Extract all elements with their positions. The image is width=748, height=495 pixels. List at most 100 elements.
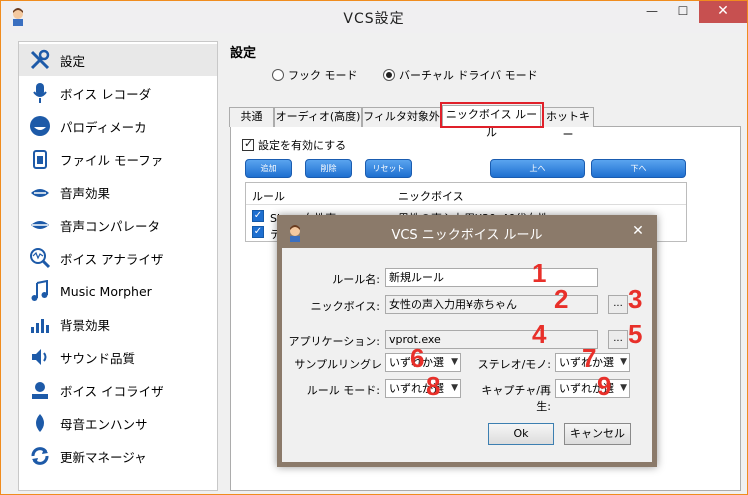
callout-number: 1 <box>532 258 547 288</box>
chevron-down-icon: ▼ <box>451 357 458 367</box>
sidebar-item-voice-analyzer[interactable]: ボイス アナライザ <box>19 242 217 274</box>
capture-playback-label: キャプチャ/再生: <box>481 384 551 413</box>
close-button[interactable]: ✕ <box>699 1 747 23</box>
callout-number: 7 <box>582 343 597 373</box>
chevron-down-icon: ▼ <box>620 357 627 367</box>
sidebar: 設定 ボイス レコーダ パロディメーカ ファイル モーファ 音声効果 音声コンパ… <box>18 41 218 491</box>
tab-hotkeys[interactable]: ホットキー <box>542 107 594 141</box>
page-title: 設定 <box>230 46 257 61</box>
chevron-down-icon: ▼ <box>451 383 458 393</box>
dialog-title: VCS ニックボイス ルール <box>391 228 543 243</box>
tools-icon <box>29 48 51 72</box>
rule-mode-select[interactable]: いずれか選 ▼ <box>385 379 461 398</box>
down-button[interactable]: 下へ <box>591 159 686 178</box>
callout-number: 4 <box>532 319 547 349</box>
music-note-icon <box>29 279 51 303</box>
callout-number: 2 <box>554 284 569 314</box>
sampling-rate-label: サンプルリングレ <box>294 358 382 371</box>
maximize-button[interactable]: ☐ <box>668 1 698 23</box>
sidebar-item-label: ボイス アナライザ <box>60 251 164 267</box>
minimize-button[interactable]: — <box>637 1 667 23</box>
tab-filter-exclusion[interactable]: フィルタ対象外 <box>362 107 441 127</box>
radio-indicator <box>272 69 284 81</box>
vowel-enhancer-icon <box>29 411 51 435</box>
sidebar-item-label: Music Morpher <box>60 283 152 299</box>
window-title: VCS設定 <box>343 11 405 27</box>
sidebar-item-update-manager[interactable]: 更新マネージャ <box>19 440 217 472</box>
delete-button[interactable]: 削除 <box>305 159 352 178</box>
dialog-body: ルール名: 新規ルール ニックボイス: 女性の声入力用¥赤ちゃん ... アプリ… <box>282 248 652 462</box>
nickvoice-rule-dialog: VCS ニックボイス ルール ✕ ルール名: 新規ルール ニックボイス: 女性の… <box>277 215 657 467</box>
reset-button[interactable]: リセット <box>365 159 412 178</box>
sidebar-item-label: 背景効果 <box>60 317 111 333</box>
title-bar: VCS設定 — ☐ ✕ <box>1 1 747 33</box>
sidebar-item-label: 母音エンハンサ <box>60 416 148 432</box>
sidebar-item-background-effects[interactable]: 背景効果 <box>19 308 217 340</box>
checkbox-indicator <box>242 137 254 151</box>
add-button[interactable]: 追加 <box>245 159 292 178</box>
hook-mode-label: フック モード <box>288 69 358 82</box>
sidebar-item-label: サウンド品質 <box>60 350 136 366</box>
sidebar-item-label: ファイル モーファ <box>60 152 164 168</box>
sidebar-item-sound-quality[interactable]: サウンド品質 <box>19 341 217 373</box>
sidebar-item-label: 更新マネージャ <box>60 449 147 465</box>
application-browse-button[interactable]: ... <box>608 330 628 349</box>
virtual-driver-mode-label: バーチャル ドライバ モード <box>399 69 538 82</box>
sidebar-item-settings[interactable]: 設定 <box>19 44 217 76</box>
speaker-icon <box>29 345 51 369</box>
mouth-icon <box>29 114 51 138</box>
nickvoice-label: ニックボイス: <box>310 300 380 313</box>
sidebar-item-label: 音声コンパレータ <box>60 218 161 234</box>
hook-mode-radio[interactable]: フック モード <box>272 67 358 83</box>
ok-button[interactable]: Ok <box>488 423 554 445</box>
sidebar-item-voice-comparator[interactable]: 音声コンパレータ <box>19 209 217 241</box>
analyzer-icon <box>29 246 51 270</box>
sidebar-item-sound-effects[interactable]: 音声効果 <box>19 176 217 208</box>
column-rule[interactable]: ルール <box>252 188 285 204</box>
microphone-icon <box>29 81 51 105</box>
sidebar-item-label: 設定 <box>60 53 86 69</box>
lips-icon <box>29 180 51 204</box>
sidebar-item-voice-recorder[interactable]: ボイス レコーダ <box>19 77 217 109</box>
sidebar-item-voice-equalizer[interactable]: ボイス イコライザ <box>19 374 217 406</box>
sidebar-item-music-morpher[interactable]: Music Morpher <box>19 275 217 307</box>
sidebar-item-file-morpher[interactable]: ファイル モーファ <box>19 143 217 175</box>
sidebar-item-label: パロディメーカ <box>60 119 147 135</box>
tab-highlight-frame <box>440 102 544 128</box>
row-checkbox[interactable]: ✓ <box>252 226 264 238</box>
capture-playback-select[interactable]: いずれか選 ▼ <box>555 379 630 398</box>
up-button[interactable]: 上へ <box>490 159 585 178</box>
enable-settings-checkbox[interactable]: 設定を有効にする <box>242 137 346 153</box>
file-morph-icon <box>29 147 51 171</box>
equalizer-icon <box>29 378 51 402</box>
sidebar-item-label: 音声効果 <box>60 185 111 201</box>
update-icon <box>29 444 51 468</box>
nickvoice-browse-button[interactable]: ... <box>608 295 628 314</box>
sidebar-item-vowel-enhancer[interactable]: 母音エンハンサ <box>19 407 217 439</box>
column-nickvoice[interactable]: ニックボイス <box>398 188 464 204</box>
rule-name-label: ルール名: <box>332 273 380 286</box>
virtual-driver-mode-radio[interactable]: バーチャル ドライバ モード <box>383 67 538 83</box>
tab-common[interactable]: 共通 <box>229 107 274 127</box>
stereo-mono-label: ステレオ/モノ: <box>477 358 551 371</box>
callout-number: 5 <box>628 319 643 349</box>
sidebar-item-label: ボイス レコーダ <box>60 86 152 102</box>
callout-number: 9 <box>597 371 612 401</box>
radio-indicator <box>383 69 395 81</box>
dialog-title-bar: VCS ニックボイス ルール ✕ <box>282 220 652 248</box>
lips-compare-icon <box>29 213 51 237</box>
rule-mode-label: ルール モード: <box>306 384 380 397</box>
application-label: アプリケーション: <box>288 335 381 348</box>
callout-number: 6 <box>410 343 425 373</box>
sidebar-item-label: ボイス イコライザ <box>60 383 164 399</box>
main-window: VCS設定 — ☐ ✕ 設定 ボイス レコーダ パロディメーカ ファイル モーフ… <box>0 0 748 495</box>
callout-number: 3 <box>628 284 643 314</box>
sidebar-item-parody-maker[interactable]: パロディメーカ <box>19 110 217 142</box>
enable-settings-label: 設定を有効にする <box>258 139 347 152</box>
background-effect-icon <box>29 312 51 336</box>
tab-audio-advanced[interactable]: オーディオ(高度) <box>274 107 362 127</box>
list-header: ルール ニックボイス <box>246 183 686 205</box>
row-checkbox[interactable]: ✓ <box>252 210 264 222</box>
cancel-button[interactable]: キャンセル <box>564 423 631 445</box>
dialog-close-button[interactable]: ✕ <box>624 220 652 242</box>
